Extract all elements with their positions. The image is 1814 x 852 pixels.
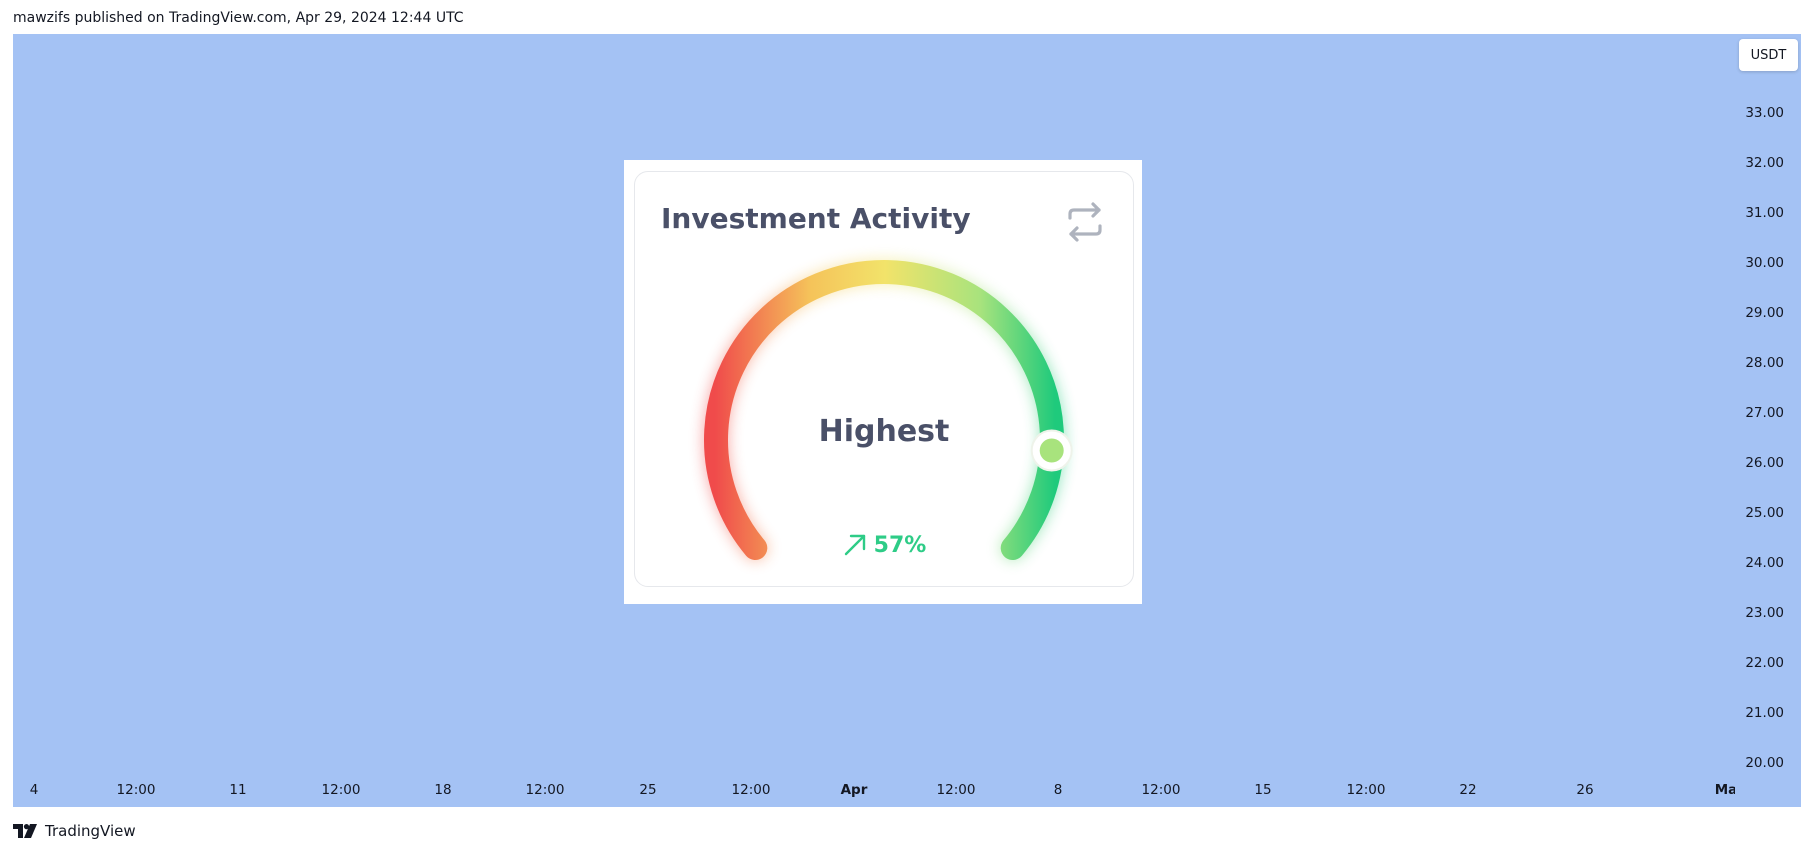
investment-activity-card: Investment Activity Highest 57%	[634, 171, 1134, 587]
change-value: 57%	[873, 532, 927, 558]
gauge-status-label: Highest	[818, 414, 950, 449]
time-axis-label: Ma	[1714, 782, 1735, 798]
time-axis-label: 12:00	[731, 782, 771, 798]
time-axis-label: 22	[1459, 782, 1477, 798]
gauge	[703, 259, 1073, 561]
time-axis-label: 26	[1576, 782, 1594, 798]
time-axis-label: 8	[1053, 782, 1063, 798]
time-axis-label: 12:00	[1141, 782, 1181, 798]
arrow-up-right-icon	[844, 534, 865, 556]
publish-info: mawzifs published on TradingView.com, Ap…	[13, 10, 464, 26]
price-axis-label: 26.00	[1745, 455, 1784, 471]
time-axis-label: 12:00	[936, 782, 976, 798]
time-axis[interactable]: 4 12:00 11 12:00 18 12:00 25 12:00 Apr 12:00 8 12:0…	[13, 770, 1735, 800]
time-axis-label: 12:00	[525, 782, 565, 798]
price-axis-label: 23.00	[1745, 605, 1784, 621]
footer-brand-label: TradingView	[45, 822, 136, 840]
time-axis-label: 4	[29, 782, 39, 798]
time-axis-label: 18	[434, 782, 452, 798]
price-axis-label: 22.00	[1745, 655, 1784, 671]
price-axis-label: 28.00	[1745, 355, 1784, 371]
time-axis-label: 15	[1254, 782, 1272, 798]
time-axis-label: 25	[639, 782, 657, 798]
price-axis-label: 31.00	[1745, 205, 1784, 221]
price-axis-label: 27.00	[1745, 405, 1784, 421]
tradingview-logo-icon	[13, 824, 37, 838]
time-axis-label: Apr	[840, 782, 868, 798]
price-axis-label: 33.00	[1745, 105, 1784, 121]
gauge-arc	[704, 260, 1064, 560]
time-axis-label: 11	[229, 782, 247, 798]
price-axis-label: 29.00	[1745, 305, 1784, 321]
price-axis-label: 24.00	[1745, 555, 1784, 571]
footer-brand[interactable]: TradingView	[13, 822, 136, 840]
time-axis-label: 12:00	[116, 782, 156, 798]
price-axis-label: 21.00	[1745, 705, 1784, 721]
currency-badge[interactable]: USDT	[1739, 39, 1798, 71]
price-axis-label: 25.00	[1745, 505, 1784, 521]
change-indicator: 57%	[635, 532, 1133, 558]
time-axis-label: 12:00	[321, 782, 361, 798]
widget-image: Investment Activity Highest 57%	[624, 160, 1142, 604]
price-axis-label: 30.00	[1745, 255, 1784, 271]
price-axis-label: 20.00	[1745, 755, 1784, 771]
time-axis-label: 12:00	[1346, 782, 1386, 798]
price-axis-label: 32.00	[1745, 155, 1784, 171]
